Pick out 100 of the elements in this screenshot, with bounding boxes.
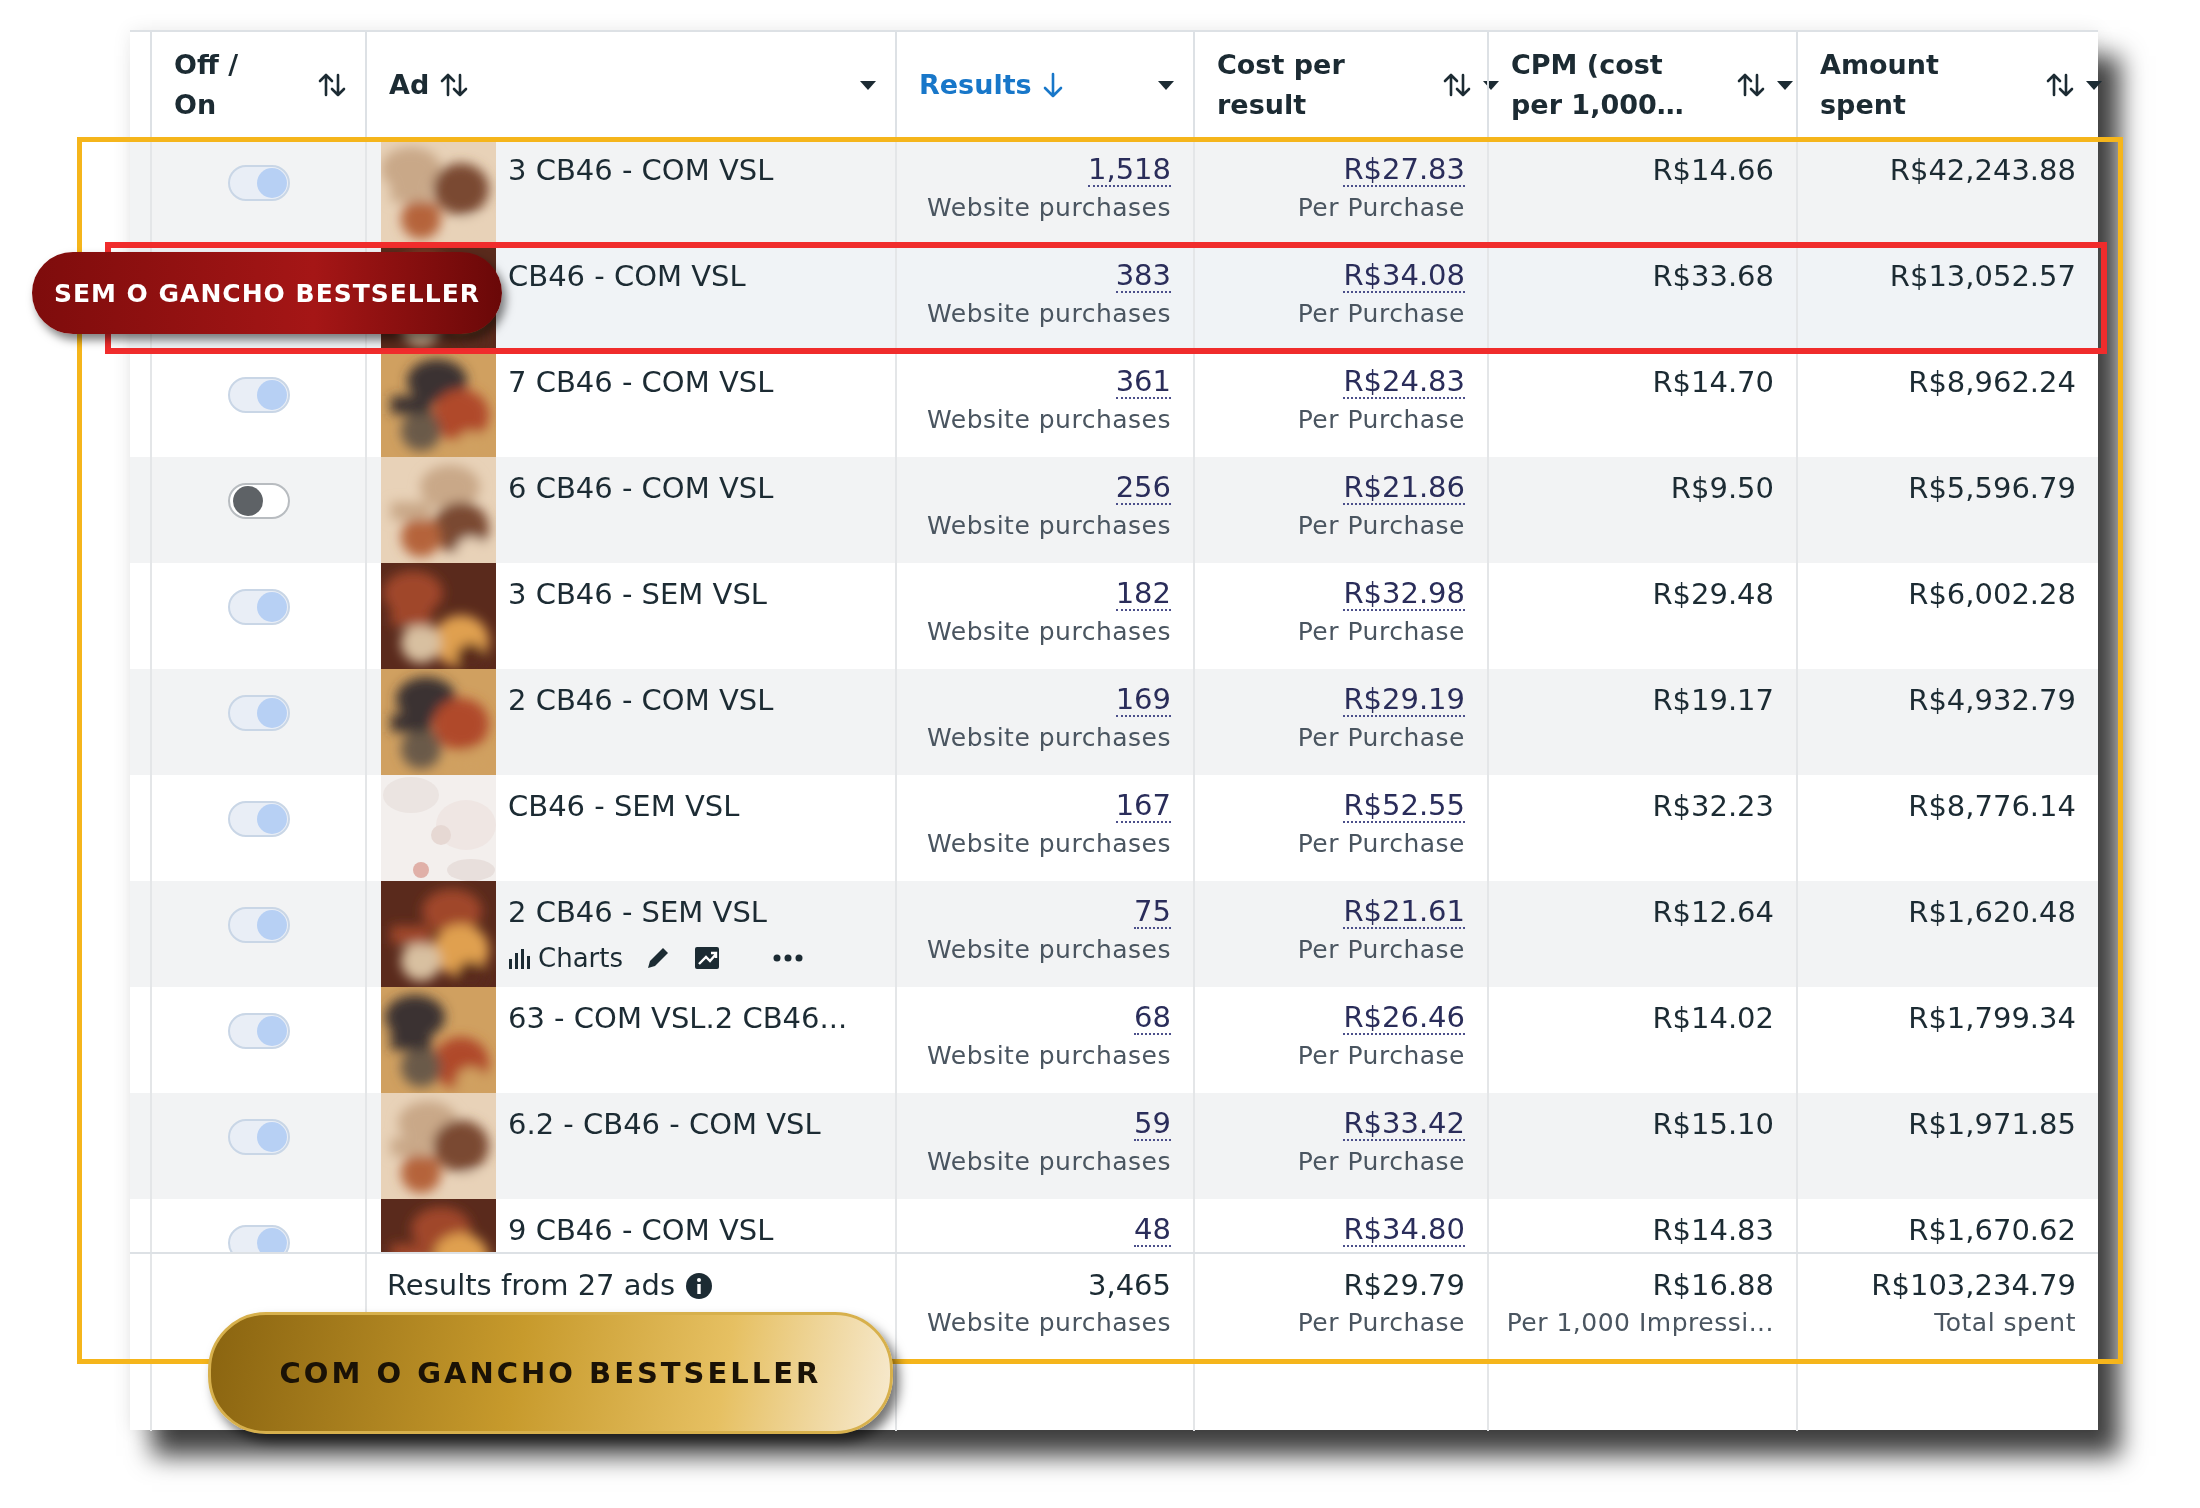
cost-label: Per Purchase: [1297, 1041, 1465, 1070]
toggle-switch[interactable]: [227, 1225, 290, 1252]
result-type: Website purchases: [927, 617, 1171, 646]
ad-name[interactable]: 6.2 - CB46 - COM VSL: [508, 1107, 821, 1141]
results-value[interactable]: 48: [1134, 1213, 1171, 1247]
ad-name[interactable]: 3 CB46 - SEM VSL: [508, 577, 767, 611]
info-icon[interactable]: [685, 1272, 714, 1300]
toggle-switch[interactable]: [227, 1119, 290, 1155]
amount-value: R$42,243.88: [1889, 153, 2076, 187]
ad-name[interactable]: 9 CB46 - COM VSL: [508, 1213, 774, 1247]
result-type: Website purchases: [927, 829, 1171, 858]
column-header[interactable]: Off / On: [174, 44, 254, 125]
ad-name[interactable]: 2 CB46 - COM VSL: [508, 683, 774, 717]
dropdown-caret-icon[interactable]: [859, 78, 877, 91]
amount-value: R$4,932.79: [1908, 683, 2076, 717]
amount-value: R$1,971.85: [1908, 1107, 2076, 1141]
result-type: Website purchases: [927, 1041, 1171, 1070]
results-value[interactable]: 182: [1115, 577, 1171, 611]
cost-label: Per Purchase: [1297, 1308, 1465, 1337]
toggle-switch[interactable]: [227, 165, 290, 201]
dropdown-caret-icon[interactable]: [2085, 78, 2103, 91]
cpm-value: R$15.10: [1652, 1107, 1774, 1141]
cost-value[interactable]: R$32.98: [1343, 577, 1465, 611]
amount-value: R$8,962.24: [1908, 365, 2076, 399]
bar-chart-icon: [508, 947, 530, 969]
toggle-switch[interactable]: [227, 695, 290, 731]
cpm-value: R$33.68: [1652, 259, 1774, 293]
results-value[interactable]: 383: [1115, 259, 1171, 293]
toggle-switch[interactable]: [227, 907, 290, 943]
cost-label: Per Purchase: [1297, 723, 1465, 752]
results-value[interactable]: 1,518: [1087, 153, 1171, 187]
cpm-value: R$14.66: [1652, 153, 1774, 187]
toggle-switch[interactable]: [227, 801, 290, 837]
cost-label: Per Purchase: [1297, 829, 1465, 858]
toggle-switch[interactable]: [227, 377, 290, 413]
result-type: Website purchases: [927, 1147, 1171, 1176]
callout-label: COM O GANCHO BESTSELLER: [208, 1312, 893, 1434]
cost-label: Per Purchase: [1297, 405, 1465, 434]
cost-value[interactable]: R$33.42: [1343, 1107, 1465, 1141]
cost-value[interactable]: R$26.46: [1343, 1001, 1465, 1035]
amount-value: R$5,596.79: [1908, 471, 2076, 505]
column-header[interactable]: Cost per result: [1217, 44, 1422, 125]
ad-name[interactable]: CB46 - COM VSL: [508, 259, 746, 293]
column-header[interactable]: CPM (cost per 1,000…: [1511, 44, 1716, 125]
cost-value[interactable]: R$34.80: [1343, 1213, 1465, 1247]
cost-label: Per Purchase: [1297, 511, 1465, 540]
dropdown-caret-icon[interactable]: [1157, 78, 1175, 91]
ad-name[interactable]: 63 - COM VSL.2 CB46...: [508, 1001, 848, 1035]
cpm-value: R$12.64: [1652, 895, 1774, 929]
cpm-value: R$29.48: [1652, 577, 1774, 611]
result-type: Website purchases: [927, 299, 1171, 328]
cpm-value: R$14.83: [1652, 1213, 1774, 1247]
average-cost: R$29.79: [1343, 1268, 1465, 1302]
column-header[interactable]: Ad: [389, 64, 430, 105]
result-type: Website purchases: [927, 193, 1171, 222]
ad-name[interactable]: 3 CB46 - COM VSL: [508, 153, 774, 187]
cost-value[interactable]: R$21.61: [1343, 895, 1465, 929]
dropdown-caret-icon[interactable]: [1482, 78, 1500, 91]
result-type: Website purchases: [927, 723, 1171, 752]
cost-label: Per Purchase: [1297, 935, 1465, 964]
column-header[interactable]: Amount spent: [1820, 44, 2025, 125]
ad-name[interactable]: 2 CB46 - SEM VSL: [508, 895, 803, 929]
result-type: Website purchases: [927, 405, 1171, 434]
ad-name[interactable]: 6 CB46 - COM VSL: [508, 471, 774, 505]
results-value[interactable]: 256: [1115, 471, 1171, 505]
results-value[interactable]: 169: [1115, 683, 1171, 717]
more-icon[interactable]: [773, 954, 803, 962]
cost-value[interactable]: R$52.55: [1343, 789, 1465, 823]
cost-value[interactable]: R$24.83: [1343, 365, 1465, 399]
cpm-value: R$14.70: [1652, 365, 1774, 399]
results-value[interactable]: 75: [1134, 895, 1171, 929]
results-value[interactable]: 59: [1134, 1107, 1171, 1141]
results-value[interactable]: 167: [1115, 789, 1171, 823]
trend-chart-icon[interactable]: [693, 945, 721, 971]
cost-value[interactable]: R$21.86: [1343, 471, 1465, 505]
cpm-label: Per 1,000 Impressi...: [1506, 1308, 1774, 1337]
cost-label: Per Purchase: [1297, 193, 1465, 222]
amount-value: R$1,620.48: [1908, 895, 2076, 929]
pencil-icon[interactable]: [645, 945, 671, 971]
cost-value[interactable]: R$34.08: [1343, 259, 1465, 293]
dropdown-caret-icon[interactable]: [1776, 78, 1794, 91]
amount-label: Total spent: [1934, 1308, 2076, 1337]
amount-value: R$13,052.57: [1889, 259, 2076, 293]
toggle-switch[interactable]: [227, 1013, 290, 1049]
toggle-switch[interactable]: [227, 483, 290, 519]
column-header[interactable]: Results: [919, 64, 1032, 105]
cost-label: Per Purchase: [1297, 617, 1465, 646]
results-summary: Results from 27 ads: [387, 1268, 676, 1302]
amount-value: R$8,776.14: [1908, 789, 2076, 823]
cost-label: Per Purchase: [1297, 1147, 1465, 1176]
results-value[interactable]: 361: [1115, 365, 1171, 399]
ad-name[interactable]: CB46 - SEM VSL: [508, 789, 740, 823]
cpm-value: R$14.02: [1652, 1001, 1774, 1035]
charts-link[interactable]: Charts: [508, 943, 623, 973]
cost-value[interactable]: R$27.83: [1343, 153, 1465, 187]
cost-value[interactable]: R$29.19: [1343, 683, 1465, 717]
toggle-switch[interactable]: [227, 589, 290, 625]
cost-label: Per Purchase: [1297, 299, 1465, 328]
results-value[interactable]: 68: [1134, 1001, 1171, 1035]
ad-name[interactable]: 7 CB46 - COM VSL: [508, 365, 774, 399]
